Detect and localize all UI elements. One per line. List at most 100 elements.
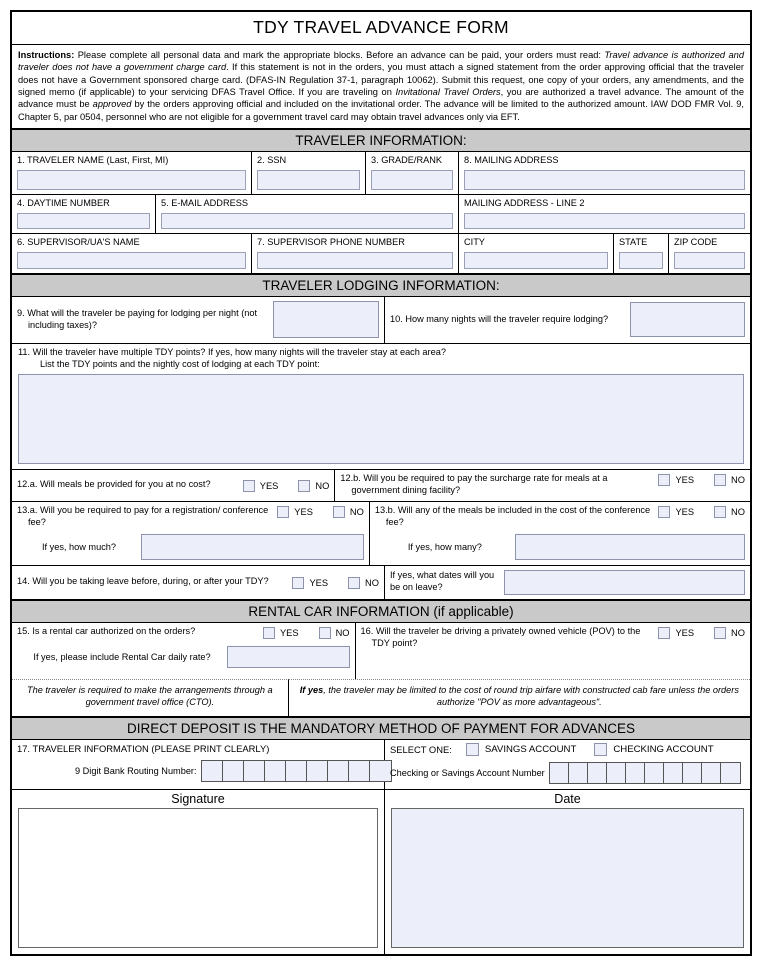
digit-box[interactable]	[720, 763, 740, 784]
field-traveler-name[interactable]: 1. TRAVELER NAME (Last, First, MI)	[12, 152, 252, 195]
input-15-daily-rate[interactable]	[227, 646, 350, 669]
question-10: 10. How many nights will the traveler re…	[385, 297, 750, 343]
digit-box[interactable]	[644, 763, 664, 784]
input-question-11-textarea[interactable]	[18, 374, 744, 465]
field-daytime-number[interactable]: 4. DAYTIME NUMBER	[12, 195, 156, 234]
checkbox-15-no[interactable]	[318, 627, 331, 640]
input-routing-number-boxes[interactable]	[200, 760, 392, 783]
input-13b-how-many[interactable]	[514, 533, 745, 560]
label-13b-yes: YES	[675, 507, 695, 518]
field-city[interactable]: CITY	[459, 234, 614, 274]
checkbox-13a-no[interactable]	[332, 506, 345, 519]
checkbox-12b-no[interactable]	[714, 474, 727, 487]
digit-box[interactable]	[568, 763, 588, 784]
digit-box[interactable]	[587, 763, 607, 784]
input-signature[interactable]	[18, 808, 378, 948]
label-13b-how-many: If yes, how many?	[407, 541, 482, 552]
input-zip-code[interactable]	[674, 251, 745, 270]
input-14-dates[interactable]	[504, 569, 745, 595]
input-supervisor-phone[interactable]	[257, 251, 453, 270]
input-supervisor-name[interactable]	[17, 251, 246, 270]
question-12a: 12.a. Will meals be provided for you at …	[12, 470, 336, 502]
checking-account-option[interactable]: CHECKING ACCOUNT	[594, 743, 714, 757]
account-number-row: Checking or Savings Account Number	[390, 762, 745, 785]
digit-box[interactable]	[701, 763, 721, 784]
checkbox-checking-account[interactable]	[594, 743, 608, 757]
input-daytime-number[interactable]	[17, 212, 150, 230]
input-account-number-boxes[interactable]	[548, 762, 741, 785]
input-state[interactable]	[619, 251, 663, 270]
digit-box[interactable]	[625, 763, 645, 784]
checkbox-12a-yes[interactable]	[242, 479, 255, 492]
field-zip-code[interactable]: ZIP CODE	[669, 234, 750, 273]
field-state[interactable]: STATE	[614, 234, 669, 274]
input-city[interactable]	[464, 251, 608, 270]
digit-box[interactable]	[682, 763, 702, 784]
instructions-part-1: Please complete all personal data and ma…	[74, 50, 605, 60]
label-question-11-line2: List the TDY points and the nightly cost…	[40, 359, 320, 370]
checkbox-12b-yes[interactable]	[658, 474, 671, 487]
lodging-row-1: 9. What will the traveler be paying for …	[12, 297, 750, 345]
input-date[interactable]	[391, 808, 744, 948]
digit-box[interactable]	[285, 761, 307, 782]
input-question-9[interactable]	[273, 301, 379, 339]
rental-notes-row: The traveler is required to make the arr…	[12, 679, 750, 718]
form-title: TDY TRAVEL ADVANCE FORM	[12, 12, 750, 45]
digit-box[interactable]	[327, 761, 349, 782]
label-question-10: 10. How many nights will the traveler re…	[390, 313, 609, 324]
checkbox-16-no[interactable]	[714, 627, 727, 640]
checkbox-13b-no[interactable]	[714, 506, 727, 519]
label-13a-how-much: If yes, how much?	[41, 541, 117, 552]
digit-box[interactable]	[549, 763, 569, 784]
field-mailing-address-line2[interactable]: MAILING ADDRESS - LINE 2	[459, 195, 750, 233]
digit-box[interactable]	[222, 761, 244, 782]
digit-box[interactable]	[663, 763, 683, 784]
instructions-label: Instructions:	[18, 50, 75, 60]
input-mailing-address-line2[interactable]	[464, 212, 745, 230]
field-mailing-address[interactable]: 8. MAILING ADDRESS	[459, 152, 750, 194]
checkbox-13a-yes[interactable]	[277, 506, 290, 519]
checkbox-14-no[interactable]	[348, 576, 361, 589]
question-13b: 13.b. Will any of the meals be included …	[370, 502, 750, 565]
signature-block: Signature	[12, 790, 385, 954]
checkbox-savings-account[interactable]	[465, 743, 479, 757]
section-header-traveler-information: TRAVELER INFORMATION:	[12, 129, 750, 153]
field-supervisor-name[interactable]: 6. SUPERVISOR/UA'S NAME	[12, 234, 252, 274]
checkbox-13b-yes[interactable]	[658, 506, 671, 519]
input-ssn[interactable]	[257, 169, 360, 191]
instructions-italic-3: approved	[92, 99, 132, 110]
checkbox-14-yes[interactable]	[292, 576, 305, 589]
yesno-group-15: YES NO	[262, 626, 350, 640]
label-16-yes: YES	[675, 628, 695, 639]
checkbox-15-yes[interactable]	[262, 627, 275, 640]
label-13a-no: NO	[349, 507, 364, 518]
input-mailing-address[interactable]	[464, 169, 745, 191]
input-email-address[interactable]	[161, 212, 453, 230]
digit-box[interactable]	[243, 761, 265, 782]
field-supervisor-phone[interactable]: 7. SUPERVISOR PHONE NUMBER	[252, 234, 459, 274]
field-grade-rank[interactable]: 3. GRADE/RANK	[366, 152, 459, 195]
question-12b: 12.b. Will you be required to pay the su…	[335, 470, 750, 501]
digit-box[interactable]	[348, 761, 370, 782]
label-mailing-address-line2: MAILING ADDRESS - LINE 2	[464, 198, 585, 209]
label-13a-yes: YES	[294, 507, 313, 518]
question-row-14: 14. Will you be taking leave before, dur…	[12, 566, 750, 601]
instructions-italic-2: Invitational Travel Orders	[395, 87, 501, 98]
field-email-address[interactable]: 5. E-MAIL ADDRESS	[156, 195, 459, 234]
input-grade-rank[interactable]	[371, 169, 453, 191]
field-ssn[interactable]: 2. SSN	[252, 152, 366, 195]
input-13a-how-much[interactable]	[141, 533, 364, 560]
input-question-10[interactable]	[630, 302, 745, 338]
savings-account-option[interactable]: SAVINGS ACCOUNT	[465, 743, 576, 757]
label-15-yes: YES	[279, 628, 299, 639]
digit-box[interactable]	[264, 761, 286, 782]
label-grade-rank: 3. GRADE/RANK	[371, 155, 442, 166]
digit-box[interactable]	[201, 761, 223, 782]
label-15-daily-rate: If yes, please include Rental Car daily …	[33, 652, 211, 663]
digit-box[interactable]	[306, 761, 328, 782]
digit-box[interactable]	[606, 763, 626, 784]
checkbox-16-yes[interactable]	[658, 627, 671, 640]
checkbox-12a-no[interactable]	[298, 479, 311, 492]
input-traveler-name[interactable]	[17, 169, 246, 191]
question-15: 15. Is a rental car authorized on the or…	[12, 623, 356, 680]
